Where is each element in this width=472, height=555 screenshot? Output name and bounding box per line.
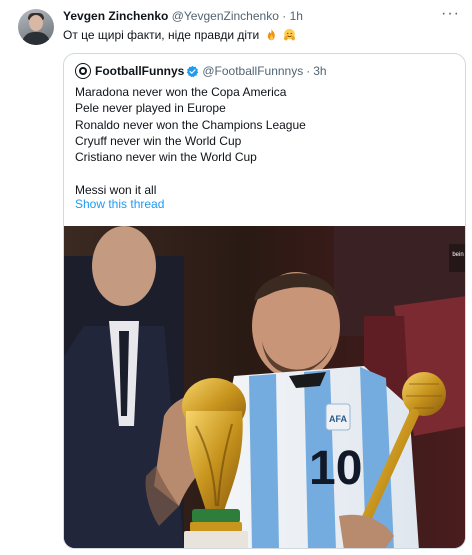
photo-illustration: AFA 10 bein bbox=[64, 226, 465, 548]
quoted-text-line: Ronaldo never won the Champions League bbox=[75, 117, 306, 132]
quoted-tweet-time[interactable]: 3h bbox=[313, 64, 326, 79]
author-name[interactable]: Yevgen Zinchenko bbox=[63, 9, 168, 23]
tweet-text-content: От це щирі факти, ніде правди діти bbox=[63, 28, 260, 42]
quoted-tweet-text: Maradona never won the Copa America Pele… bbox=[75, 84, 306, 198]
quoted-tweet-photo[interactable]: AFA 10 bein bbox=[64, 226, 465, 548]
quoted-author-handle[interactable]: @FootballFunnnys bbox=[202, 64, 303, 79]
smiling-face-with-hands-icon bbox=[284, 28, 295, 41]
quoted-tweet[interactable]: FootballFunnys @FootballFunnnys · 3h Mar… bbox=[63, 53, 466, 549]
more-options-icon[interactable]: ··· bbox=[441, 5, 460, 23]
quoted-text-line: Cryuff never win the World Cup bbox=[75, 133, 242, 148]
tweet-time[interactable]: 1h bbox=[290, 9, 303, 23]
svg-text:AFA: AFA bbox=[329, 414, 348, 424]
quoted-tweet-header: FootballFunnys @FootballFunnnys · 3h bbox=[75, 63, 327, 79]
quoted-author-avatar[interactable] bbox=[75, 63, 91, 79]
verified-badge-icon bbox=[187, 65, 199, 77]
quoted-author-name[interactable]: FootballFunnys bbox=[95, 64, 184, 79]
tweet-header: Yevgen Zinchenko @YevgenZinchenko · 1h bbox=[63, 9, 303, 24]
tweet[interactable]: Yevgen Zinchenko @YevgenZinchenko · 1h ·… bbox=[0, 0, 472, 555]
quoted-text-line: Maradona never won the Copa America bbox=[75, 85, 287, 99]
time-separator: · bbox=[282, 9, 287, 23]
quoted-text-line: Cristiano never win the World Cup bbox=[75, 150, 257, 165]
author-handle[interactable]: @YevgenZinchenko bbox=[172, 9, 279, 23]
quoted-time-separator: · bbox=[306, 63, 311, 78]
quoted-text-line: Pele never played in Europe bbox=[75, 101, 226, 116]
fire-icon bbox=[267, 28, 275, 41]
tweet-text: От це щирі факти, ніде правди діти bbox=[63, 27, 296, 43]
jersey-number: 10 bbox=[309, 442, 362, 495]
show-thread-link[interactable]: Show this thread bbox=[75, 196, 164, 212]
author-avatar[interactable] bbox=[18, 9, 54, 45]
photo-watermark: bein bbox=[452, 252, 463, 258]
quoted-text-blank-line bbox=[75, 165, 306, 181]
